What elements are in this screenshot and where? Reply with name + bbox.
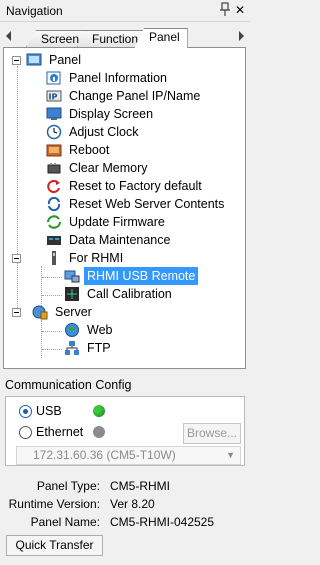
tree-node-label: Panel Information bbox=[69, 71, 167, 85]
tab-scroll-right-icon[interactable] bbox=[236, 30, 246, 42]
ethernet-label: Ethernet bbox=[36, 425, 84, 439]
tree-node-label: Display Screen bbox=[69, 107, 154, 121]
tree-line bbox=[17, 66, 18, 316]
usb-remote-icon bbox=[64, 270, 80, 283]
ip-icon: IP bbox=[46, 90, 62, 102]
panel-info-icon bbox=[46, 71, 61, 85]
panel-type-value: CM5-RHMI bbox=[110, 479, 170, 493]
close-icon[interactable]: ✕ bbox=[235, 3, 245, 17]
data-maintenance-icon bbox=[47, 236, 61, 245]
collapse-toggle[interactable] bbox=[12, 56, 21, 65]
calibration-icon bbox=[65, 287, 79, 301]
chevron-down-icon: ▼ bbox=[226, 450, 235, 460]
update-icon bbox=[46, 215, 62, 229]
tree-node-label: Reboot bbox=[69, 143, 110, 157]
usb-label: USB bbox=[36, 404, 62, 418]
clock-icon bbox=[46, 124, 62, 140]
tree-line bbox=[42, 331, 62, 332]
browse-button[interactable]: Browse... bbox=[183, 423, 241, 444]
tree-node-label: Panel bbox=[49, 53, 81, 67]
tree-node-label: FTP bbox=[87, 341, 111, 355]
usb-radio[interactable] bbox=[19, 405, 32, 418]
tree-node-label: RHMI USB Remote bbox=[84, 267, 199, 285]
communication-config-title: Communication Config bbox=[5, 378, 132, 392]
tree-node-label: Clear Memory bbox=[69, 161, 148, 175]
runtime-version-key: Runtime Version: bbox=[8, 497, 100, 511]
tree-line bbox=[42, 295, 62, 296]
globe-icon bbox=[65, 323, 79, 337]
ethernet-status-led bbox=[93, 426, 105, 438]
reboot-icon bbox=[46, 144, 62, 157]
ethernet-radio[interactable] bbox=[19, 426, 32, 439]
tab-function[interactable]: Function bbox=[77, 30, 147, 47]
runtime-version-value: Ver 8.20 bbox=[110, 497, 155, 511]
network-icon bbox=[65, 341, 79, 355]
reset-icon bbox=[47, 180, 60, 193]
ip-address-select[interactable]: 172.31.60.36 (CM5-T10W) ▼ bbox=[16, 446, 241, 465]
tab-panel-label: Panel bbox=[149, 30, 180, 44]
rhmi-device-icon bbox=[52, 251, 56, 265]
tab-scroll-left-icon[interactable] bbox=[4, 30, 14, 42]
tree-line bbox=[42, 349, 62, 350]
quick-transfer-button[interactable]: Quick Transfer bbox=[6, 535, 103, 556]
tab-screen-label: Screen bbox=[41, 32, 80, 46]
web-reset-icon bbox=[47, 196, 61, 212]
collapse-toggle[interactable] bbox=[12, 308, 21, 317]
panel-title-bar: Navigation ✕ bbox=[0, 0, 250, 22]
tree-node-label: Reset to Factory default bbox=[69, 179, 202, 193]
tree-node-label: Server bbox=[55, 305, 92, 319]
collapse-toggle[interactable] bbox=[12, 254, 21, 263]
pin-icon[interactable] bbox=[218, 2, 232, 18]
display-screen-icon bbox=[46, 107, 62, 120]
panel-name-key: Panel Name: bbox=[30, 515, 100, 529]
tree-node-label: Change Panel IP/Name bbox=[69, 89, 201, 103]
ip-address-value: 172.31.60.36 (CM5-T10W) bbox=[33, 448, 176, 462]
clear-memory-icon bbox=[47, 163, 61, 174]
panel-icon bbox=[26, 53, 42, 66]
tree-node-label: Update Firmware bbox=[69, 215, 165, 229]
tree-node-label: Web bbox=[87, 323, 113, 337]
panel-tree[interactable]: Panel Panel Information IP Change Panel … bbox=[3, 47, 246, 369]
tree-node-label: Reset Web Server Contents bbox=[69, 197, 225, 211]
tab-function-label: Function bbox=[92, 32, 139, 46]
usb-status-led bbox=[93, 405, 105, 417]
tree-node-label: Call Calibration bbox=[87, 287, 172, 301]
server-icon bbox=[32, 305, 48, 320]
panel-title: Navigation bbox=[6, 4, 63, 18]
panel-name-value: CM5-RHMI-042525 bbox=[110, 515, 215, 529]
tab-screen[interactable]: Screen bbox=[26, 30, 88, 47]
tree-line bbox=[41, 320, 42, 358]
tab-strip: Screen Function Panel bbox=[0, 25, 250, 48]
tree-node-label: Adjust Clock bbox=[69, 125, 139, 139]
tree-line bbox=[42, 277, 62, 278]
tree-node-label: For RHMI bbox=[69, 251, 124, 265]
svg-text:IP: IP bbox=[49, 93, 58, 102]
tree-node-label: Data Maintenance bbox=[69, 233, 171, 247]
panel-type-key: Panel Type: bbox=[36, 479, 100, 493]
